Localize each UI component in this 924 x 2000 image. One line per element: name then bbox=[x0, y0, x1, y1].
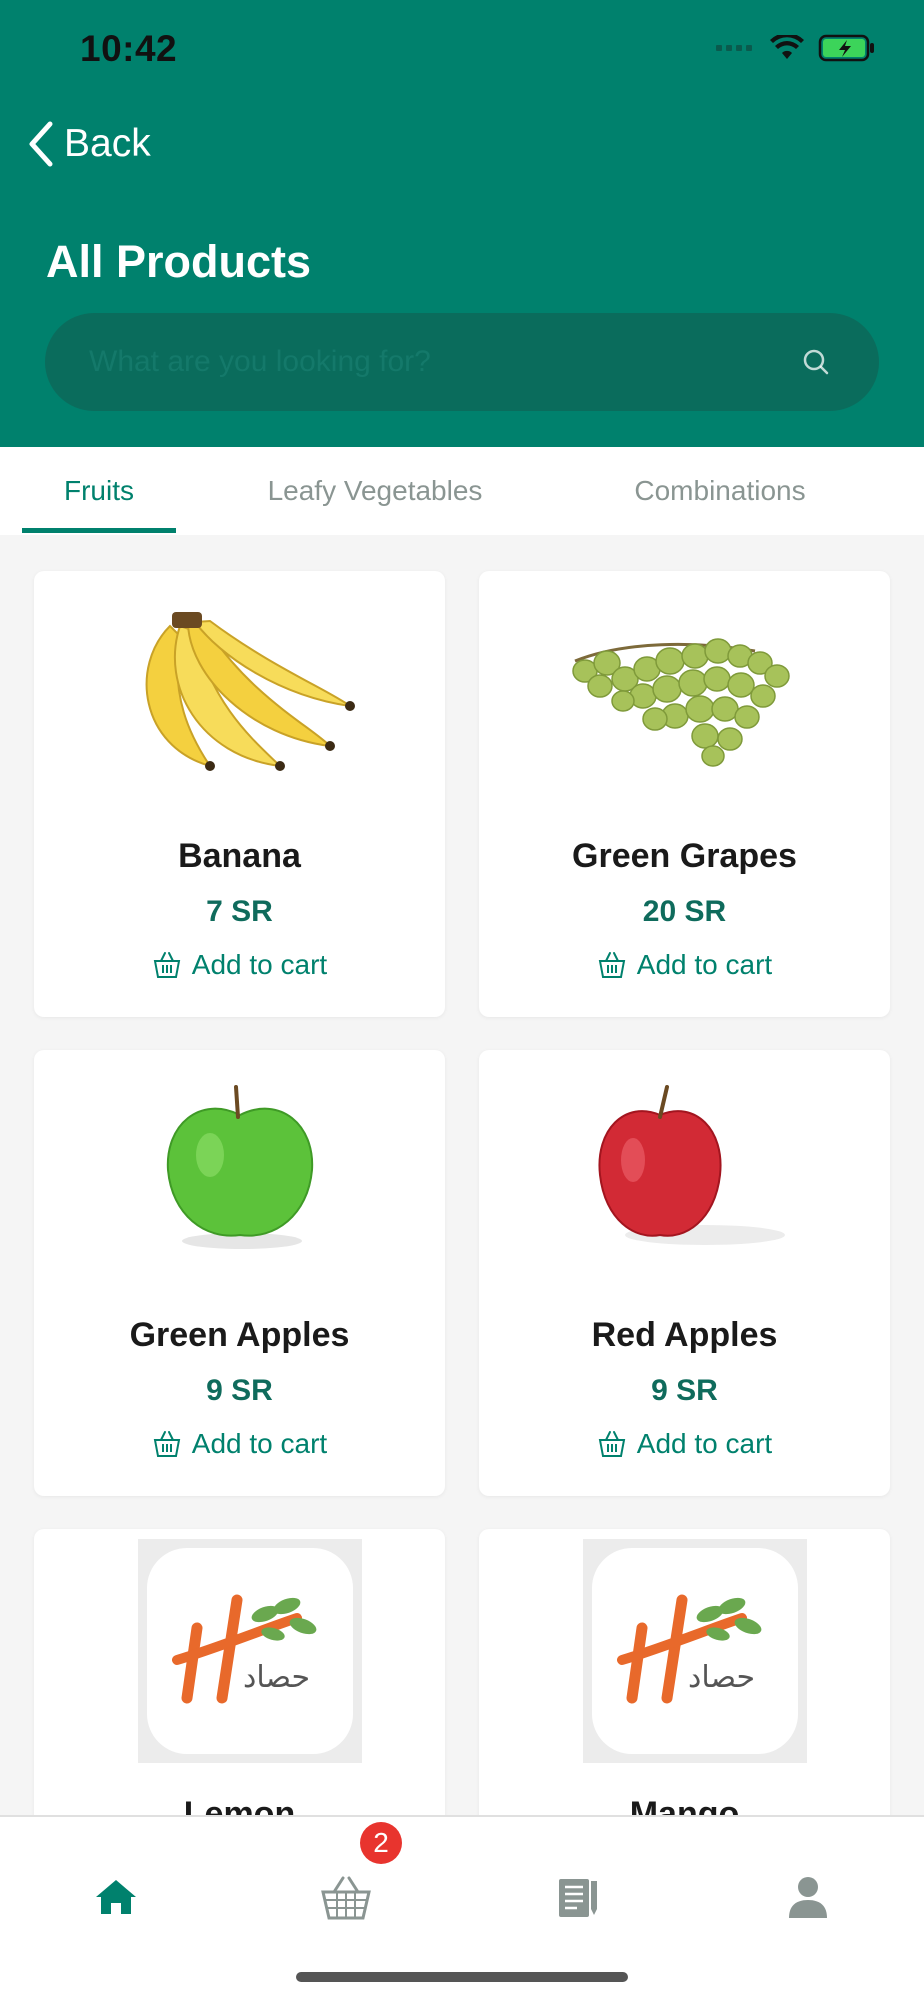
tab-active-indicator bbox=[22, 528, 176, 533]
add-to-cart-button[interactable]: Add to cart bbox=[34, 949, 445, 981]
product-card[interactable]: Green Grapes 20 SR Add to cart bbox=[479, 571, 890, 1017]
battery-icon bbox=[818, 34, 874, 62]
product-price: 9 SR bbox=[651, 1374, 718, 1407]
status-icons bbox=[716, 34, 876, 62]
add-to-cart-label: Add to cart bbox=[191, 1428, 328, 1459]
back-label: Back bbox=[64, 122, 151, 165]
product-card[interactable]: Red Apples 9 SR Add to cart bbox=[479, 1050, 890, 1496]
status-bar: 10:42 bbox=[0, 0, 924, 100]
nav-home[interactable] bbox=[76, 1857, 156, 1937]
product-card[interactable]: حصاد Mango bbox=[479, 1529, 890, 1815]
product-card[interactable]: Green Apples 9 SR Add to cart bbox=[34, 1050, 445, 1496]
add-to-cart-label: Add to cart bbox=[636, 949, 773, 980]
store-logo-text: حصاد bbox=[688, 1660, 756, 1695]
status-time: 10:42 bbox=[80, 28, 178, 69]
basket-icon bbox=[598, 1431, 626, 1457]
product-price: 20 SR bbox=[642, 895, 727, 928]
product-name: Red Apples bbox=[591, 1316, 778, 1354]
product-name: Mango bbox=[629, 1795, 740, 1815]
profile-icon bbox=[789, 1877, 827, 1918]
nav-orders[interactable] bbox=[538, 1857, 618, 1937]
green-apple-image bbox=[166, 1085, 313, 1249]
store-logo: حصاد bbox=[147, 1548, 353, 1754]
product-price: 9 SR bbox=[206, 1374, 273, 1407]
product-name: Lemon bbox=[183, 1795, 296, 1815]
signal-icon bbox=[716, 45, 752, 51]
tab-leafy-vegetables[interactable]: Leafy Vegetables bbox=[240, 447, 510, 535]
product-card[interactable]: Banana 7 SR Add to cart bbox=[34, 571, 445, 1017]
product-image bbox=[479, 591, 890, 781]
add-to-cart-label: Add to cart bbox=[191, 949, 328, 980]
basket-icon bbox=[321, 1876, 371, 1920]
menu-icon bbox=[559, 1879, 597, 1917]
product-card[interactable]: حصاد Lemon bbox=[34, 1529, 445, 1815]
page-title: All Products bbox=[46, 236, 312, 287]
product-image bbox=[479, 1070, 890, 1260]
product-name: Green Grapes bbox=[572, 837, 797, 875]
add-to-cart-button[interactable]: Add to cart bbox=[479, 949, 890, 981]
home-icon bbox=[96, 1880, 136, 1914]
basket-icon bbox=[153, 952, 181, 978]
product-name: Green Apples bbox=[129, 1316, 350, 1354]
tab-fruits[interactable]: Fruits bbox=[22, 447, 176, 535]
store-logo-text: حصاد bbox=[243, 1660, 311, 1695]
wifi-icon bbox=[770, 35, 804, 59]
red-apple-image bbox=[597, 1085, 785, 1245]
product-name: Banana bbox=[178, 837, 301, 875]
product-price: 7 SR bbox=[206, 895, 273, 928]
store-logo: حصاد bbox=[592, 1548, 798, 1754]
chevron-left-icon bbox=[29, 121, 53, 167]
cart-badge: 2 bbox=[360, 1822, 402, 1864]
nav-profile[interactable] bbox=[768, 1857, 848, 1937]
add-to-cart-label: Add to cart bbox=[636, 1428, 773, 1459]
add-to-cart-button[interactable]: Add to cart bbox=[34, 1428, 445, 1460]
search-input[interactable] bbox=[45, 313, 793, 411]
basket-icon bbox=[153, 1431, 181, 1457]
back-button[interactable]: Back bbox=[26, 120, 151, 168]
header: 10:42 Back All Products bbox=[0, 0, 924, 447]
home-indicator[interactable] bbox=[296, 1972, 628, 1982]
tab-combinations[interactable]: Combinations bbox=[610, 447, 830, 535]
product-image: حصاد bbox=[583, 1539, 807, 1763]
add-to-cart-button[interactable]: Add to cart bbox=[479, 1428, 890, 1460]
product-image: حصاد bbox=[138, 1539, 362, 1763]
grapes-image bbox=[571, 638, 790, 767]
basket-icon bbox=[598, 952, 626, 978]
product-grid: Banana 7 SR Add to cart Green Grapes 20 … bbox=[0, 535, 924, 1815]
nav-cart[interactable] bbox=[306, 1857, 386, 1937]
search-bar[interactable] bbox=[45, 313, 879, 411]
product-image bbox=[34, 591, 445, 781]
product-image bbox=[34, 1070, 445, 1260]
banana-image bbox=[145, 612, 355, 771]
search-icon[interactable] bbox=[793, 339, 839, 385]
category-tabs: Fruits Leafy Vegetables Combinations bbox=[0, 447, 924, 535]
